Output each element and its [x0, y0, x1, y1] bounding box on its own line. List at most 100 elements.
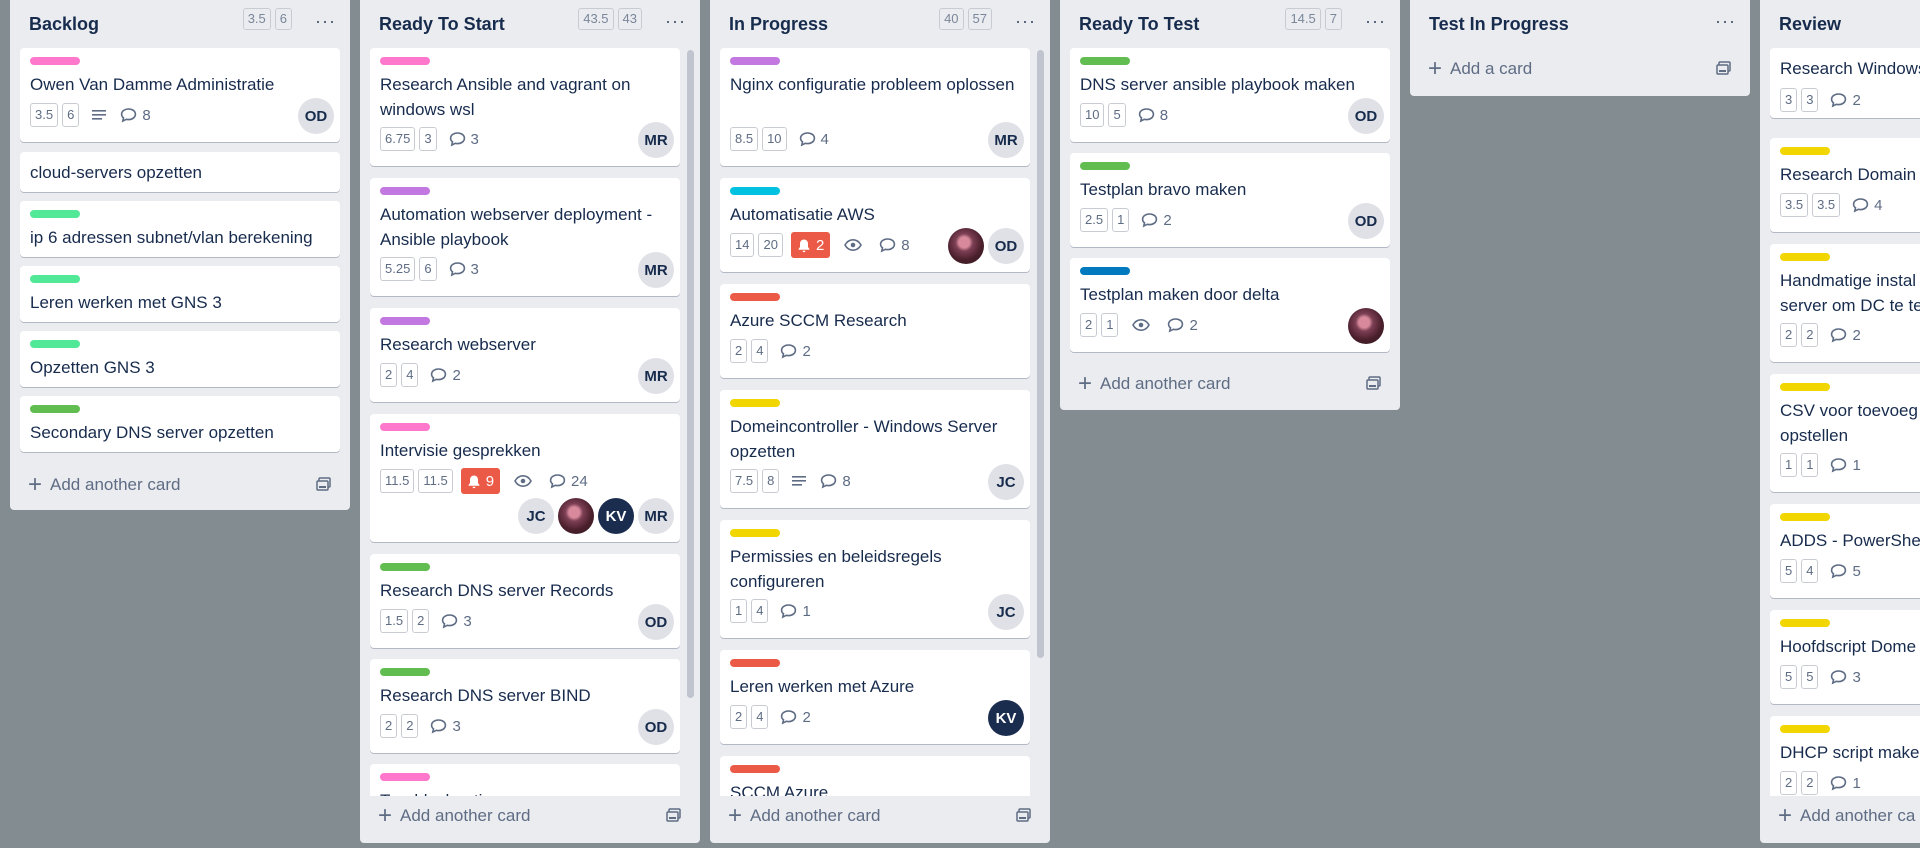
- list-menu-icon[interactable]: ···: [1365, 11, 1386, 31]
- avatar[interactable]: MR: [638, 498, 674, 534]
- list-scrollbar[interactable]: [1037, 50, 1044, 658]
- list-title[interactable]: Ready To Start: [379, 14, 505, 35]
- avatar[interactable]: OD: [1348, 203, 1384, 239]
- card[interactable]: Secondary DNS server opzetten: [20, 396, 340, 452]
- list-title[interactable]: Test In Progress: [1429, 14, 1569, 35]
- card-label[interactable]: [380, 773, 430, 781]
- card[interactable]: Research DNS server Records 1.5 2 3 OD: [370, 554, 680, 648]
- add-card-button[interactable]: + Add another card: [1078, 369, 1386, 399]
- card[interactable]: Azure SCCM Research 2 4 2: [720, 284, 1030, 378]
- add-card-button[interactable]: + Add another card: [28, 470, 336, 500]
- list-scrollbar[interactable]: [687, 50, 694, 698]
- avatar[interactable]: MR: [988, 122, 1024, 158]
- card-label[interactable]: [30, 275, 80, 283]
- card[interactable]: Handmatige instal server om DC te te 2 2…: [1770, 244, 1920, 362]
- card[interactable]: cloud-servers opzetten: [20, 152, 340, 192]
- card[interactable]: Troubleshooting: [370, 764, 680, 796]
- card-label[interactable]: [380, 563, 430, 571]
- card[interactable]: Leren werken met GNS 3: [20, 266, 340, 322]
- card-label[interactable]: [1780, 383, 1830, 391]
- card[interactable]: ip 6 adressen subnet/vlan berekening: [20, 201, 340, 257]
- avatar[interactable]: MR: [638, 252, 674, 288]
- card[interactable]: Research webserver 2 4 2 MR: [370, 308, 680, 402]
- card-template-icon[interactable]: [1016, 807, 1032, 828]
- list-menu-icon[interactable]: ···: [1715, 11, 1736, 31]
- card[interactable]: Domeincontroller - Windows Server opzett…: [720, 390, 1030, 508]
- avatar[interactable]: JC: [988, 594, 1024, 630]
- avatar[interactable]: JC: [988, 464, 1024, 500]
- list-menu-icon[interactable]: ···: [315, 11, 336, 31]
- card[interactable]: Research Ansible and vagrant on windows …: [370, 48, 680, 166]
- card-label[interactable]: [1080, 162, 1130, 170]
- card[interactable]: Testplan maken door delta 2 1 2: [1070, 258, 1390, 352]
- add-card-button[interactable]: + Add another ca: [1778, 801, 1920, 831]
- card-label[interactable]: [730, 399, 780, 407]
- avatar[interactable]: OD: [638, 709, 674, 745]
- card-label[interactable]: [730, 187, 780, 195]
- card[interactable]: Research Domain 3.5 3.5 4: [1770, 138, 1920, 232]
- card-label[interactable]: [730, 529, 780, 537]
- card[interactable]: ADDS - PowerShel 5 4 5: [1770, 504, 1920, 598]
- card-template-icon[interactable]: [316, 476, 332, 497]
- avatar[interactable]: KV: [598, 498, 634, 534]
- card[interactable]: Research DNS server BIND 2 2 3 OD: [370, 659, 680, 753]
- card-label[interactable]: [30, 210, 80, 218]
- card[interactable]: Permissies en beleidsregels configureren…: [720, 520, 1030, 638]
- avatar-photo[interactable]: [1348, 308, 1384, 344]
- list-title[interactable]: Backlog: [29, 14, 99, 35]
- card-label[interactable]: [1080, 57, 1130, 65]
- avatar[interactable]: OD: [638, 604, 674, 640]
- card[interactable]: Nginx configuratie probleem oplossen 8.5…: [720, 48, 1030, 166]
- card[interactable]: DNS server ansible playbook maken 10 5 8…: [1070, 48, 1390, 142]
- avatar[interactable]: JC: [518, 498, 554, 534]
- list-menu-icon[interactable]: ···: [665, 11, 686, 31]
- card-template-icon[interactable]: [666, 807, 682, 828]
- card[interactable]: CSV voor toevoeg opstellen 1 1 1: [1770, 374, 1920, 492]
- card-label[interactable]: [730, 57, 780, 65]
- add-card-button[interactable]: + Add another card: [728, 801, 1036, 831]
- card[interactable]: Opzetten GNS 3: [20, 331, 340, 387]
- avatar[interactable]: OD: [988, 228, 1024, 264]
- card[interactable]: SCCM Azure: [720, 756, 1030, 796]
- list-header[interactable]: Ready To Test 14.5 7 ···: [1060, 0, 1400, 48]
- card-label[interactable]: [1780, 619, 1830, 627]
- card[interactable]: DHCP script make 2 2 1: [1770, 716, 1920, 796]
- card[interactable]: Automation webserver deployment - Ansibl…: [370, 178, 680, 296]
- add-card-button[interactable]: + Add another card: [378, 801, 686, 831]
- list-title[interactable]: Ready To Test: [1079, 14, 1199, 35]
- avatar[interactable]: OD: [1348, 98, 1384, 134]
- card-label[interactable]: [380, 317, 430, 325]
- card-label[interactable]: [380, 668, 430, 676]
- avatar-photo[interactable]: [558, 498, 594, 534]
- list-menu-icon[interactable]: ···: [1015, 11, 1036, 31]
- list-title[interactable]: Review: [1779, 14, 1841, 35]
- card-label[interactable]: [730, 293, 780, 301]
- list-title[interactable]: In Progress: [729, 14, 828, 35]
- list-header[interactable]: Review: [1760, 0, 1920, 48]
- list-header[interactable]: Backlog 3.5 6 ···: [10, 0, 350, 48]
- card-template-icon[interactable]: [1716, 60, 1732, 81]
- card[interactable]: Intervisie gesprekken 11.5 11.5 9 24 JC …: [370, 414, 680, 542]
- card-label[interactable]: [1080, 267, 1130, 275]
- avatar-photo[interactable]: [948, 228, 984, 264]
- card[interactable]: Automatisatie AWS 14 20 2 8 OD: [720, 178, 1030, 272]
- card-label[interactable]: [380, 423, 430, 431]
- add-card-button[interactable]: + Add a card: [1428, 54, 1736, 84]
- avatar[interactable]: MR: [638, 122, 674, 158]
- card-label[interactable]: [30, 57, 80, 65]
- card-label[interactable]: [1780, 147, 1830, 155]
- card-label[interactable]: [730, 765, 780, 773]
- card-label[interactable]: [30, 340, 80, 348]
- avatar[interactable]: MR: [638, 358, 674, 394]
- card-label[interactable]: [30, 405, 80, 413]
- card[interactable]: Hoofdscript Dome 5 5 3: [1770, 610, 1920, 704]
- card-template-icon[interactable]: [1366, 375, 1382, 396]
- card-label[interactable]: [380, 57, 430, 65]
- card[interactable]: Research Windows 3 3 2: [1770, 48, 1920, 118]
- avatar[interactable]: KV: [988, 700, 1024, 736]
- list-header[interactable]: Test In Progress ···: [1410, 0, 1750, 48]
- list-header[interactable]: In Progress 40 57 ···: [710, 0, 1050, 48]
- card-label[interactable]: [1780, 253, 1830, 261]
- card-label[interactable]: [1780, 513, 1830, 521]
- list-header[interactable]: Ready To Start 43.5 43 ···: [360, 0, 700, 48]
